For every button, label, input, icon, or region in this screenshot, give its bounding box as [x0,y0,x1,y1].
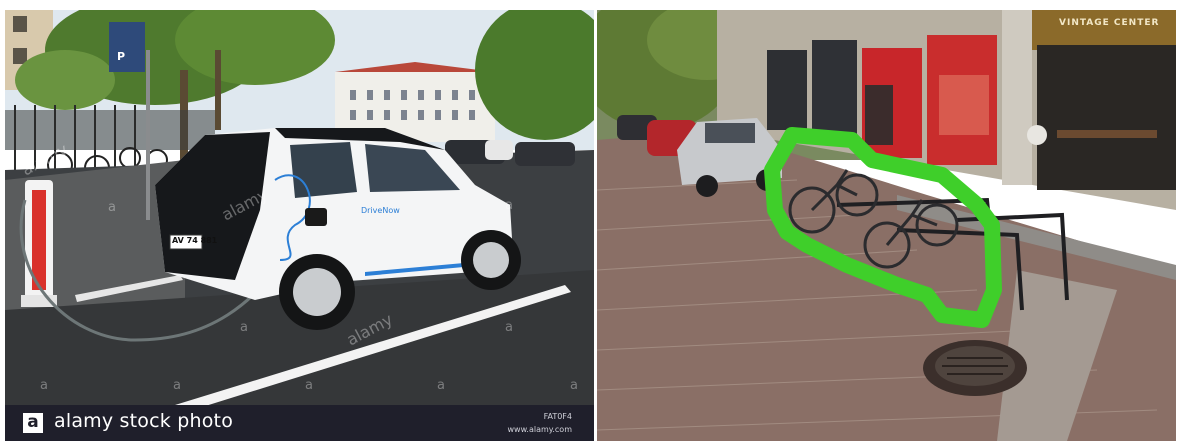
watermark-letter: a [240,320,248,335]
image-id: FAT0F4 [543,412,572,421]
ev-charging-scene [5,10,594,441]
watermark-letter: a [437,378,445,393]
ev-charging-photo: P DriveNow AV 74 881 alamy alamy alamy a… [5,10,594,441]
watermark-letter: a [108,200,116,215]
watermark-letter: a [173,378,181,393]
parking-sign-label: P [117,50,126,63]
banner-brand-text: alamy stock photo [54,410,234,432]
watermark-letter: a [505,198,513,213]
shop-sign-text: VINTAGE CENTER [1059,18,1160,28]
watermark-letter: a [40,378,48,393]
license-plate: AV 74 881 [172,236,218,245]
stock-photo-banner: a alamy stock photo FAT0F4 www.alamy.com [5,405,594,441]
image-frame: P DriveNow AV 74 881 alamy alamy alamy a… [0,0,1179,441]
car-brand-decal: DriveNow [361,206,400,215]
watermark-letter: a [570,378,578,393]
bike-rack-photo: VINTAGE CENTER [597,10,1176,441]
alamy-logo-icon: a [23,413,43,433]
watermark-letter: a [305,378,313,393]
watermark-letter: a [505,320,513,335]
site-url: www.alamy.com [507,425,572,434]
bike-rack-scene [597,10,1176,441]
